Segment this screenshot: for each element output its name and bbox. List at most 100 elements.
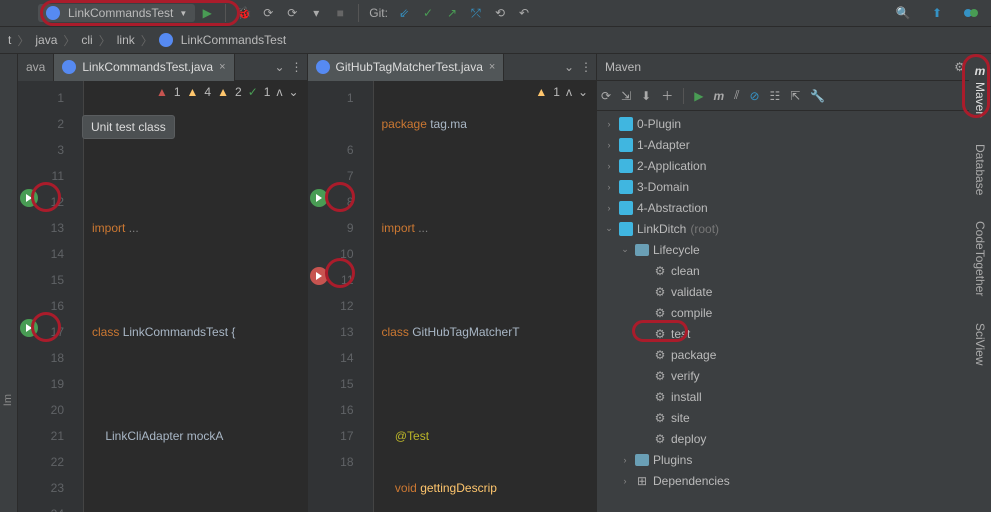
maven-tree-node[interactable]: ⚙site [597,407,991,428]
add-icon[interactable]: ＋ [661,87,673,104]
editor-body-right[interactable]: ▲1 ʌ⌄ 1 6 7 8 9 10 11 12 13 14 15 16 17 … [308,81,597,512]
folder-icon [635,243,649,257]
run-config-selector[interactable]: LinkCommandsTest ▼ [38,4,195,22]
close-icon[interactable]: × [219,61,225,73]
breadcrumb-segment[interactable]: java [35,33,57,47]
gear-icon: ⚙ [653,432,667,446]
tab-linkcommandstest[interactable]: LinkCommandsTest.java × [54,54,234,81]
maven-tree-node[interactable]: ⚙install [597,386,991,407]
git-rollback-icon[interactable]: ↶ [516,5,532,21]
maven-tree-node[interactable]: ⚙ compile [597,302,991,323]
maven-panel: Maven ⚙ — ⟳ ⇲ ⬇ ＋ ▶ m ⫽ ⊘ ☷ ⇱ 🔧 ›0-Plugi… [596,54,991,512]
tab-java-inactive[interactable]: ava [18,54,54,81]
run-test-failed-gutter-icon[interactable] [310,267,328,285]
mod-icon [619,180,633,194]
run-test-gutter-icon[interactable] [20,319,38,337]
gutter-left[interactable]: 1 2 3 11 12 13 14 15 16 17 18 19 20 21 2… [18,81,70,512]
code-area-left[interactable]: import ... class LinkCommandsTest { Link… [84,81,307,512]
maven-settings-icon[interactable]: 🔧 [810,89,825,103]
debug-icon[interactable]: 🐞 [236,5,252,21]
run-maven-icon[interactable]: ▶ [694,89,703,103]
profile-icon[interactable]: ⟳ [284,5,300,21]
maven-tree-node[interactable]: ⌄Lifecycle [597,239,991,260]
toggle-offline-icon[interactable]: ⫽ [734,88,739,103]
tab-more-icon[interactable]: ⌄ [564,60,574,74]
maven-m-icon[interactable]: m [713,89,724,103]
breadcrumb-segment[interactable]: link [117,33,135,47]
side-tab-database[interactable]: Database [973,140,987,199]
structure-tab[interactable]: Im [2,394,14,406]
git-push-icon[interactable]: ↗ [444,5,460,21]
gear-icon[interactable]: ⚙ [954,60,965,74]
side-tab-codetogether[interactable]: CodeTogether [973,217,987,300]
download-sources-icon[interactable]: ⬇ [641,89,651,103]
stop-icon[interactable]: ■ [332,5,348,21]
maven-tree-node[interactable]: ›⊞Dependencies [597,470,991,491]
git-commit-icon[interactable]: ✓ [420,5,436,21]
gear-icon: ⚙ [653,348,667,362]
maven-tree-node[interactable]: ›1-Adapter [597,134,991,155]
maven-tree-node[interactable]: ›4-Abstraction [597,197,991,218]
code-area-right[interactable]: package tag.ma import ... class GitHubTa… [374,81,597,512]
maven-tree-node[interactable]: ⚙ deploy [597,428,991,449]
maven-tree-node[interactable]: ⌄LinkDitch (root) [597,218,991,239]
git-update-icon[interactable]: ⇙ [396,5,412,21]
side-tab-maven[interactable]: mMaven [973,60,987,122]
show-deps-icon[interactable]: ☷ [770,89,781,103]
inspection-widget[interactable]: ▲1 ʌ⌄ [535,85,588,99]
maven-tree-node[interactable]: ›0-Plugin [597,113,991,134]
gear-icon: ⚙ [653,306,667,320]
git-label: Git: [369,6,388,20]
editor-body-left[interactable]: ▲1 ▲4 ▲2 ✓1 ʌ⌄ Unit test class 1 2 3 11 … [18,81,307,512]
run-class-gutter-icon[interactable] [310,189,328,207]
tab-menu-icon[interactable]: ⋮ [580,60,592,74]
breadcrumb-segment[interactable]: cli [81,33,92,47]
maven-tree-node[interactable]: ›3-Domain [597,176,991,197]
toggle-skip-tests-icon[interactable]: ⊘ [749,89,759,103]
maven-tree-node[interactable]: ›Plugins [597,449,991,470]
right-tool-strip: mMaven Database CodeTogether SciView [969,54,991,369]
attach-icon[interactable]: ▾ [308,5,324,21]
class-icon [316,60,330,74]
tab-githubtagmatcher[interactable]: GitHubTagMatcherTest.java × [308,54,505,81]
side-tab-sciview[interactable]: SciView [973,319,987,369]
sync-icon[interactable]: ⬆ [929,5,945,21]
tree-label: compile [671,306,712,320]
tree-label: test [671,327,690,341]
collapse-icon[interactable]: ⇱ [790,89,800,103]
run-class-gutter-icon[interactable] [20,189,38,207]
git-history-icon[interactable]: ⟲ [492,5,508,21]
gutter-right[interactable]: 1 6 7 8 9 10 11 12 13 14 15 16 17 18 [308,81,360,512]
gear-icon: ⚙ [653,369,667,383]
git-show-history-icon[interactable]: ⤱ [468,5,484,21]
maven-tree-node[interactable]: ⚙validate [597,281,991,302]
maven-tree-node[interactable]: ⚙clean [597,260,991,281]
folder-icon [635,453,649,467]
maven-tree-node[interactable]: ⚙ verify [597,365,991,386]
cwm-icon[interactable] [963,5,979,21]
maven-tree[interactable]: ›0-Plugin›1-Adapter›2-Application›3-Doma… [597,111,991,512]
close-icon[interactable]: × [489,61,495,73]
run-icon[interactable]: ▶ [199,5,215,21]
tab-more-icon[interactable]: ⌄ [274,60,284,74]
tab-menu-icon[interactable]: ⋮ [291,60,303,74]
tree-label: deploy [671,432,706,446]
maven-header: Maven ⚙ — [597,54,991,81]
tree-label: 3-Domain [637,180,689,194]
inspection-widget[interactable]: ▲1 ▲4 ▲2 ✓1 ʌ⌄ [156,85,299,99]
tree-label: verify [671,369,700,383]
class-icon [62,60,76,74]
search-icon[interactable]: 🔍 [895,5,911,21]
tab-label: ava [26,60,45,74]
breadcrumb-segment[interactable]: LinkCommandsTest [181,33,286,47]
mod-icon [619,138,633,152]
breadcrumb-segment[interactable]: t [8,33,11,47]
maven-tree-node[interactable]: ›2-Application [597,155,991,176]
maven-tree-node[interactable]: ⚙package [597,344,991,365]
tree-label: Plugins [653,453,692,467]
maven-tree-node[interactable]: ⚙test [597,323,991,344]
coverage-icon[interactable]: ⟳ [260,5,276,21]
reload-icon[interactable]: ⟳ [601,89,611,103]
tab-label: GitHubTagMatcherTest.java [336,60,483,74]
generate-sources-icon[interactable]: ⇲ [621,89,631,103]
